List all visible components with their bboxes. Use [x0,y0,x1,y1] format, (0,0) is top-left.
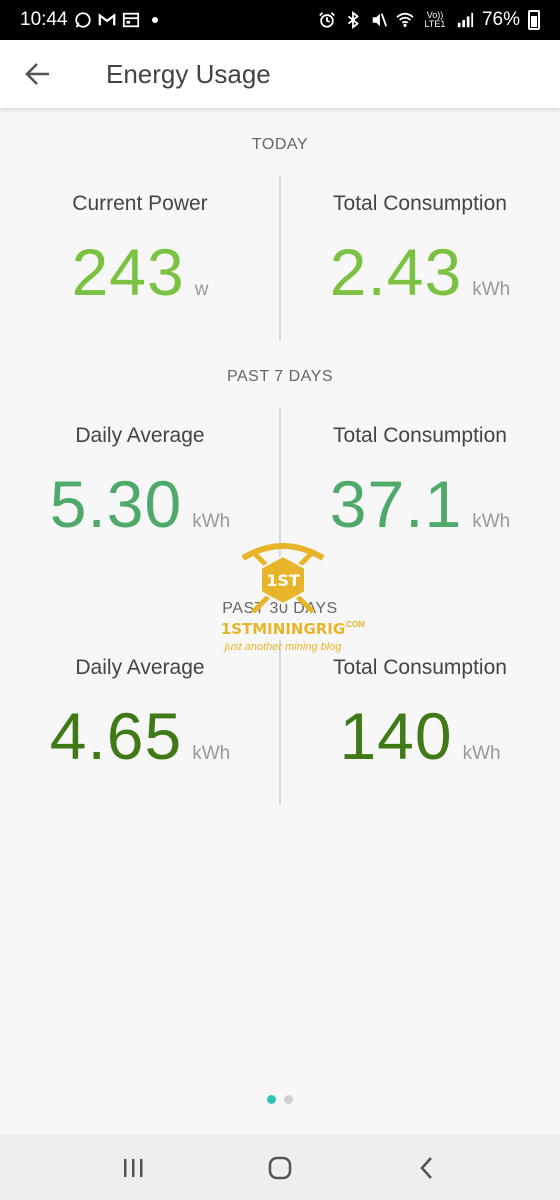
metric-30day-daily-average: Daily Average 4.65 kWh [0,656,280,774]
metric-value: 140 [339,699,453,773]
watermark-logo: 1ST 1STMININGRIG .COM just another minin… [213,540,365,660]
calendar-icon [122,12,139,28]
page-title: Energy Usage [106,58,271,89]
metric-7day-daily-average: Daily Average 5.30 kWh [0,424,280,542]
metric-unit: w [194,279,209,300]
metric-label: Total Consumption [333,192,507,215]
metric-unit: kWh [192,743,231,764]
watermark-name: 1STMININGRIG [220,620,346,638]
metric-unit: kWh [192,511,231,532]
notification-dot-icon [151,17,158,23]
page-dot-active[interactable] [267,1095,276,1104]
home-button[interactable] [260,1148,300,1188]
metric-current-power: Current Power 243 w [0,192,280,310]
section-header-today: TODAY [251,136,309,153]
metric-unit: kWh [472,279,511,300]
metric-value: 243 [71,235,185,309]
pickaxe-badge-icon: 1ST [241,543,325,614]
whatsapp-icon [74,12,91,28]
watermark-dotcom: .COM [344,620,365,629]
back-nav-button[interactable] [407,1148,447,1188]
gmail-icon [98,13,115,26]
battery-percent: 76% [481,9,520,30]
metric-value: 4.65 [49,699,183,773]
system-nav-bar [0,1135,560,1200]
wifi-icon [396,12,414,28]
alarm-icon [319,12,335,28]
app-bar: Energy Usage [0,40,560,108]
section-header-past-7-days: PAST 7 DAYS [227,368,333,385]
back-button[interactable] [18,54,58,94]
metric-value: 2.43 [329,235,463,309]
mute-icon [372,13,388,27]
home-icon [268,1156,292,1179]
metric-today-total-consumption: Total Consumption 2.43 kWh [280,192,560,310]
metric-label: Daily Average [75,424,205,447]
metric-label: Current Power [72,192,208,215]
status-time: 10:44 [20,9,68,30]
metric-unit: kWh [472,511,511,532]
metric-value: 37.1 [329,467,463,541]
page-indicator [0,1095,560,1104]
recent-apps-button[interactable] [113,1148,153,1188]
signal-icon [457,12,474,28]
bluetooth-icon [347,11,359,29]
arrow-left-icon [25,63,49,85]
metric-label: Total Consumption [333,424,507,447]
recent-apps-icon [124,1158,143,1177]
watermark-tagline: just another mining blog [224,641,342,653]
metric-7day-total-consumption: Total Consumption 37.1 kWh [280,424,560,542]
badge-text: 1ST [266,571,300,590]
page-dot[interactable] [284,1095,293,1104]
back-chevron-icon [419,1156,432,1179]
network-label: Vo)) LTE1 [424,10,446,29]
battery-icon [528,10,540,30]
status-bar: 10:44 Vo)) LTE1 76% [0,0,560,40]
metric-value: 5.30 [49,467,183,541]
metric-30day-total-consumption: Total Consumption 140 kWh [280,656,560,774]
metric-unit: kWh [462,743,501,764]
